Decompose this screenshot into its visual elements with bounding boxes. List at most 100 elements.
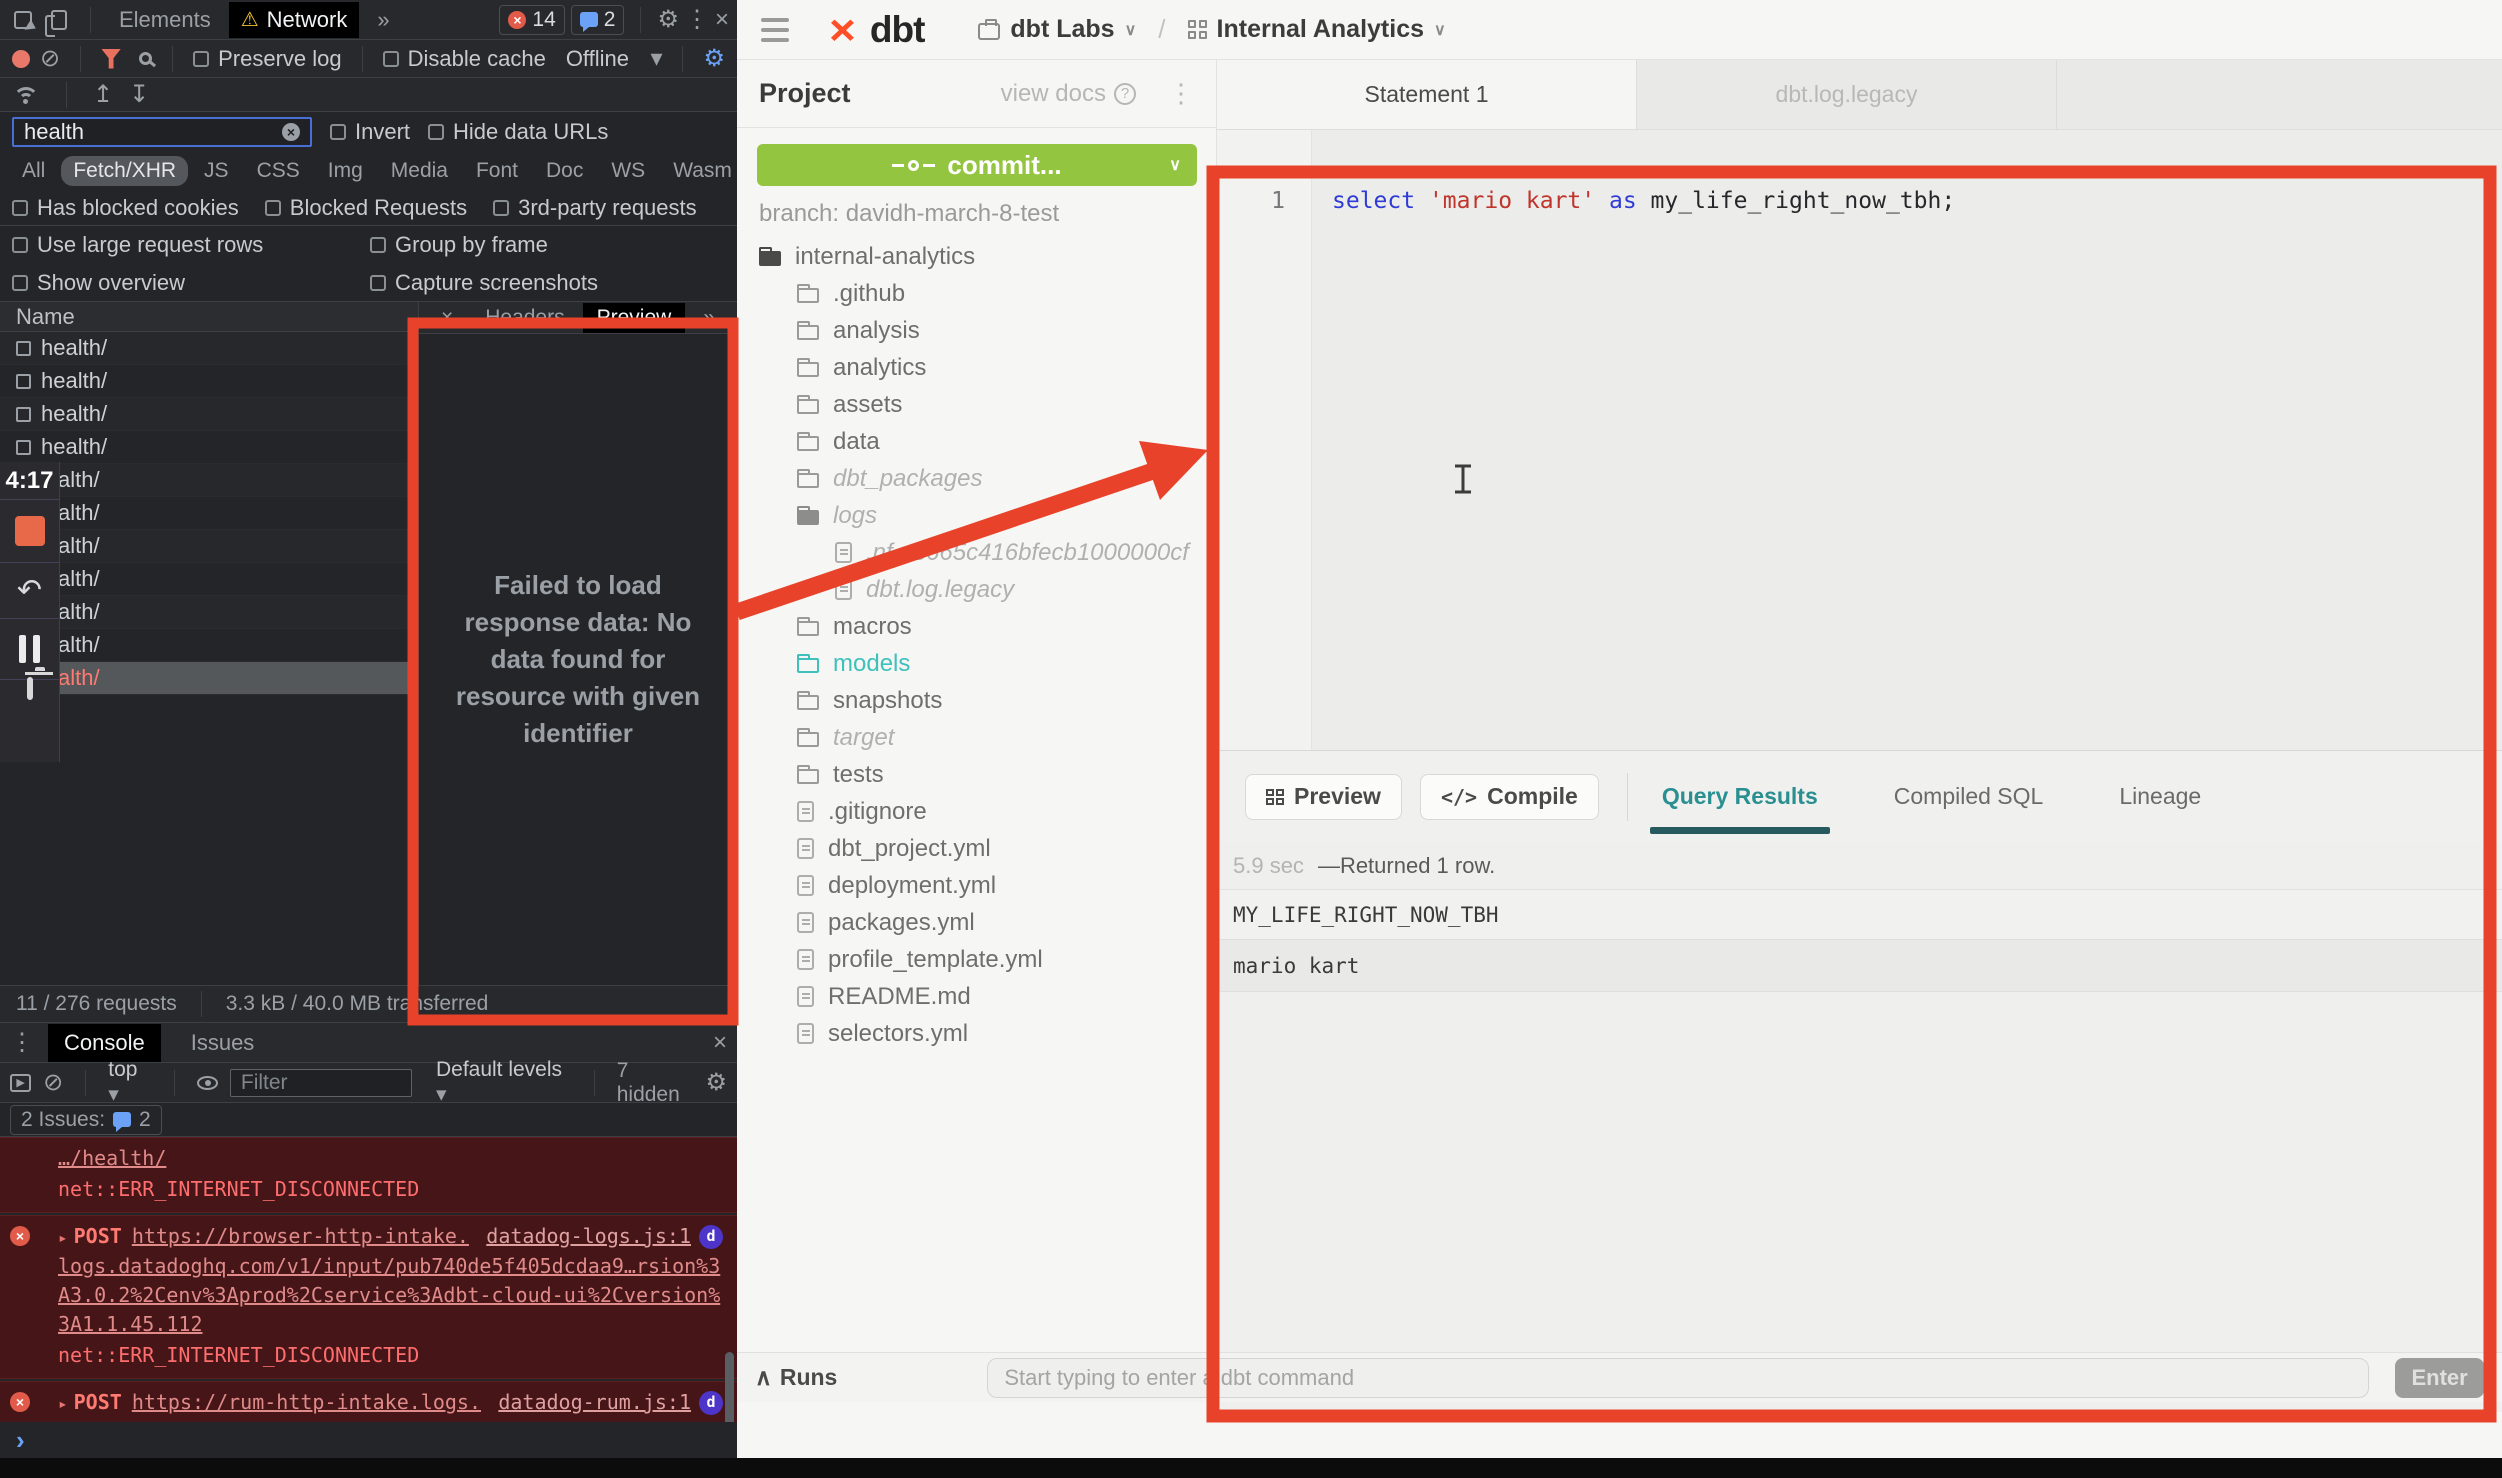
console-kebab-icon[interactable]: ⋮ xyxy=(10,1031,34,1055)
tree-item-analysis[interactable]: analysis xyxy=(737,312,1216,349)
live-expression-icon[interactable] xyxy=(197,1076,218,1090)
tree-item-models[interactable]: models xyxy=(737,645,1216,682)
tree-item--github[interactable]: .github xyxy=(737,275,1216,312)
clear-filter-icon[interactable]: × xyxy=(282,123,300,141)
request-row[interactable]: alth/ xyxy=(0,596,418,629)
console-filter-input[interactable]: Filter xyxy=(230,1069,412,1097)
tree-item-profile-template-yml[interactable]: profile_template.yml xyxy=(737,941,1216,978)
project-selector[interactable]: Internal Analytics ∨ xyxy=(1188,15,1446,44)
throttling-dropdown-icon[interactable]: ▾ xyxy=(650,47,662,71)
hide-data-urls-checkbox[interactable]: Hide data URLs xyxy=(428,119,608,145)
type-filter-media[interactable]: Media xyxy=(379,156,460,186)
clear-console-icon[interactable]: ⊘ xyxy=(43,1071,63,1095)
settings-gear-icon[interactable]: ⚙ xyxy=(657,8,679,32)
type-filter-fetch-xhr[interactable]: Fetch/XHR xyxy=(61,156,188,186)
tab-console[interactable]: Console xyxy=(48,1024,161,1062)
console-scrollbar[interactable] xyxy=(725,1352,734,1422)
tree-item--gitignore[interactable]: .gitignore xyxy=(737,793,1216,830)
group-by-frame-checkbox[interactable]: Group by frame xyxy=(370,232,548,258)
tree-item-dbt-project-yml[interactable]: dbt_project.yml xyxy=(737,830,1216,867)
error-url-link[interactable]: …/health/ xyxy=(58,1146,166,1170)
3rd-party-requests-checkbox[interactable]: 3rd-party requests xyxy=(493,195,697,221)
tree-item-tests[interactable]: tests xyxy=(737,756,1216,793)
tree-item-readme-md[interactable]: README.md xyxy=(737,978,1216,1015)
sql-editor[interactable]: 1 select 'mario kart' as my_life_right_n… xyxy=(1217,130,2502,750)
network-filter-input[interactable]: health× xyxy=(12,117,312,147)
tree-item-target[interactable]: target xyxy=(737,719,1216,756)
undo-button[interactable]: ↶ xyxy=(0,563,59,619)
close-detail-icon[interactable]: × xyxy=(427,303,467,333)
type-filter-js[interactable]: JS xyxy=(192,156,241,186)
tree-item-data[interactable]: data xyxy=(737,423,1216,460)
error-count-badge[interactable]: ×14 xyxy=(499,5,564,35)
runs-toggle[interactable]: ∧Runs xyxy=(755,1364,837,1391)
more-detail-tabs-icon[interactable]: » xyxy=(689,303,729,333)
request-row[interactable]: alth/ xyxy=(0,497,418,530)
tab-preview[interactable]: Preview xyxy=(583,303,686,333)
request-row[interactable]: alth/ xyxy=(0,563,418,596)
issue-count-badge[interactable]: 2 xyxy=(571,5,625,35)
issues-chip[interactable]: 2 Issues: 2 xyxy=(10,1105,162,1135)
console-prompt[interactable]: › xyxy=(0,1422,737,1458)
tree-item-packages-yml[interactable]: packages.yml xyxy=(737,904,1216,941)
tree-item-assets[interactable]: assets xyxy=(737,386,1216,423)
tree-item-dbt-packages[interactable]: dbt_packages xyxy=(737,460,1216,497)
use-large-request-rows-checkbox[interactable]: Use large request rows xyxy=(12,232,263,258)
tree-item-logs[interactable]: logs xyxy=(737,497,1216,534)
close-devtools-icon[interactable]: × xyxy=(715,8,729,32)
account-selector[interactable]: dbt Labs ∨ xyxy=(978,15,1136,44)
request-row[interactable]: health/ xyxy=(0,365,418,398)
close-console-icon[interactable]: × xyxy=(713,1031,727,1055)
tree-item-analytics[interactable]: analytics xyxy=(737,349,1216,386)
tree-item-macros[interactable]: macros xyxy=(737,608,1216,645)
tree-item--nf-3665c416bfecb1000000cf[interactable]: .nf...3665c416bfecb1000000cf xyxy=(737,534,1216,571)
view-docs-link[interactable]: view docs? xyxy=(1001,80,1136,108)
commit-dropdown-icon[interactable]: ∨ xyxy=(1169,155,1181,175)
tab-lineage[interactable]: Lineage xyxy=(2113,765,2207,828)
network-conditions-gear-icon[interactable]: ⚙ xyxy=(703,47,725,71)
project-kebab-icon[interactable]: ⋮ xyxy=(1168,78,1194,109)
dbt-command-input[interactable] xyxy=(987,1358,2369,1398)
capture-screenshots-checkbox[interactable]: Capture screenshots xyxy=(370,270,598,296)
network-conditions-icon[interactable] xyxy=(12,85,40,105)
commit-button[interactable]: commit... ∨ xyxy=(757,144,1197,186)
request-row[interactable]: alth/ xyxy=(0,464,418,497)
tab-statement-1[interactable]: Statement 1 xyxy=(1217,60,1637,129)
disable-cache-checkbox[interactable]: Disable cache xyxy=(383,46,546,72)
discard-recording-button[interactable] xyxy=(27,680,33,698)
tab-network[interactable]: ⚠Network xyxy=(229,2,360,38)
pause-recording-button[interactable] xyxy=(0,619,59,680)
export-har-icon[interactable]: ↧ xyxy=(129,83,149,107)
tree-item-dbt-log-legacy[interactable]: dbt.log.legacy xyxy=(737,571,1216,608)
stop-recording-button[interactable] xyxy=(0,500,59,563)
source-link[interactable]: datadog-logs.js:1 xyxy=(486,1222,691,1251)
preview-button[interactable]: Preview xyxy=(1245,774,1402,820)
blocked-requests-checkbox[interactable]: Blocked Requests xyxy=(265,195,467,221)
type-filter-css[interactable]: CSS xyxy=(245,156,312,186)
more-tabs-icon[interactable]: » xyxy=(365,2,401,38)
hamburger-menu-icon[interactable] xyxy=(761,18,789,42)
preserve-log-checkbox[interactable]: Preserve log xyxy=(193,46,342,72)
tab-headers[interactable]: Headers xyxy=(471,303,578,333)
tab-dbt-log-legacy[interactable]: dbt.log.legacy xyxy=(1637,60,2057,129)
name-column-header[interactable]: Name xyxy=(0,302,418,332)
context-select[interactable]: top ▾ xyxy=(108,1058,151,1107)
device-toolbar-icon[interactable] xyxy=(44,5,74,35)
source-link[interactable]: datadog-rum.js:1 xyxy=(498,1388,691,1417)
throttling-select[interactable]: Offline xyxy=(566,46,629,72)
enter-button[interactable]: Enter xyxy=(2395,1358,2484,1398)
console-settings-gear-icon[interactable]: ⚙ xyxy=(706,1071,728,1095)
log-levels-select[interactable]: Default levels ▾ xyxy=(436,1058,572,1107)
code-line[interactable]: select 'mario kart' as my_life_right_now… xyxy=(1332,188,1955,214)
tree-item-deployment-yml[interactable]: deployment.yml xyxy=(737,867,1216,904)
compile-button[interactable]: </> Compile xyxy=(1420,774,1599,820)
inspect-element-icon[interactable] xyxy=(8,5,38,35)
request-row[interactable]: alth/ xyxy=(0,629,418,662)
import-har-icon[interactable]: ↥ xyxy=(93,83,113,107)
type-filter-img[interactable]: Img xyxy=(316,156,375,186)
type-filter-wasm[interactable]: Wasm xyxy=(661,156,744,186)
filter-funnel-icon[interactable] xyxy=(101,49,121,69)
invert-checkbox[interactable]: Invert xyxy=(330,119,410,145)
clear-icon[interactable]: ⊘ xyxy=(40,47,60,71)
record-icon[interactable] xyxy=(12,50,30,68)
